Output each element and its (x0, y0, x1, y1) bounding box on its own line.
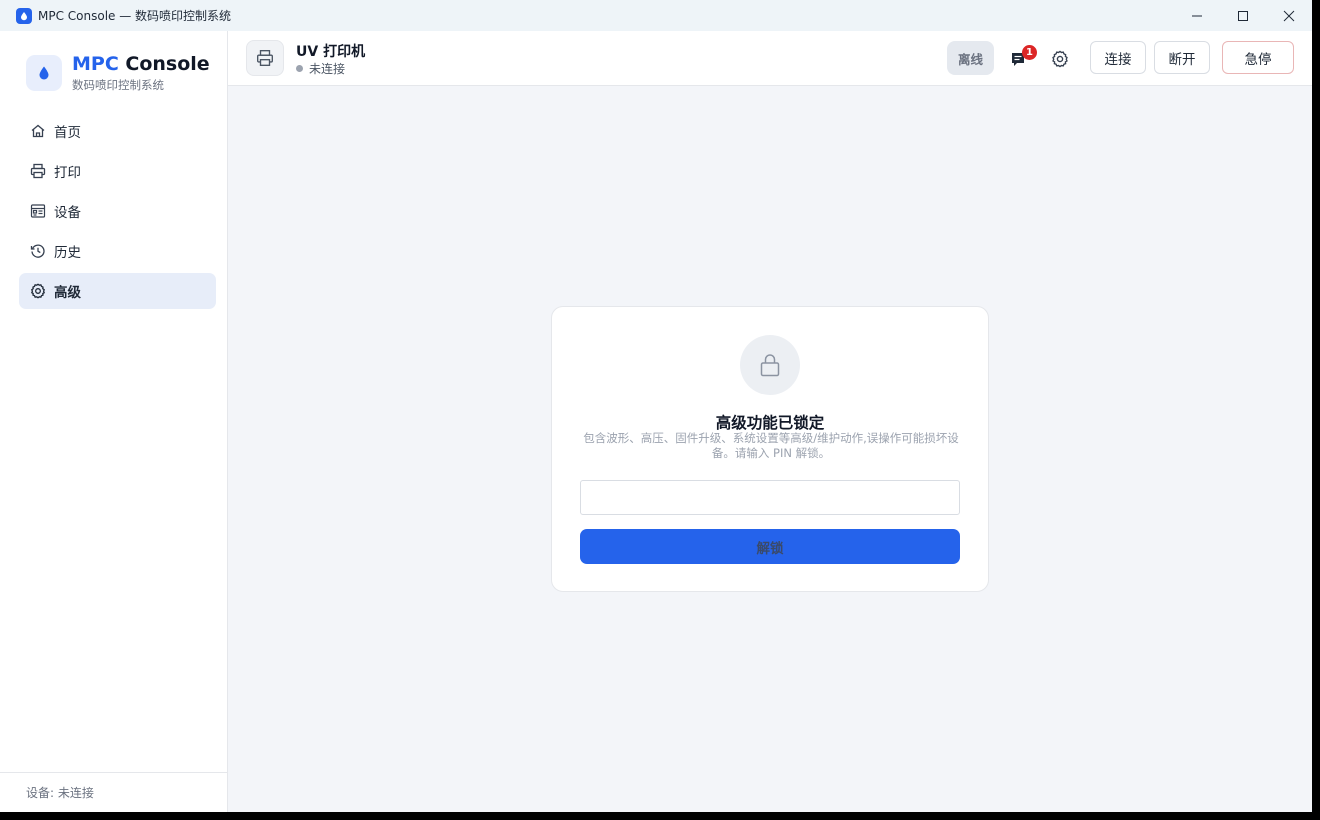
lock-card: 高级功能已锁定 包含波形、高压、固件升级、系统设置等高级/维护动作,误操作可能损… (551, 306, 989, 592)
device-connection-status: 未连接 (296, 60, 345, 77)
sidebar-item-history[interactable]: 历史 (19, 233, 216, 269)
sidebar: MPC Console 数码喷印控制系统 首页 打印 设备 历史 高级 设备: … (0, 31, 228, 812)
disconnect-button[interactable]: 断开 (1154, 41, 1210, 74)
sidebar-item-home[interactable]: 首页 (19, 113, 216, 149)
unlock-button[interactable]: 解锁 (580, 529, 960, 564)
device-name: UV 打印机 (296, 44, 366, 60)
sidebar-item-advanced[interactable]: 高级 (19, 273, 216, 309)
close-button[interactable] (1266, 0, 1312, 31)
maximize-icon (1238, 10, 1248, 21)
window-title: MPC Console — 数码喷印控制系统 (38, 9, 232, 23)
sidebar-item-label: 历史 (54, 245, 81, 261)
sidebar-item-print[interactable]: 打印 (19, 153, 216, 189)
close-icon (1283, 10, 1295, 21)
main-content: 高级功能已锁定 包含波形、高压、固件升级、系统设置等高级/维护动作,误操作可能损… (228, 86, 1312, 812)
app-window: MPC Console — 数码喷印控制系统 MPC Console 数码喷印控… (0, 0, 1312, 812)
sidebar-item-label: 打印 (54, 165, 81, 181)
connect-button[interactable]: 连接 (1090, 41, 1146, 74)
history-icon (29, 242, 47, 260)
pin-input[interactable] (580, 480, 960, 515)
lock-title: 高级功能已锁定 (715, 414, 825, 432)
device-printer-icon (246, 40, 284, 76)
minimize-button[interactable] (1174, 0, 1220, 31)
notifications-button[interactable]: 1 (1010, 45, 1037, 71)
sidebar-item-label: 高级 (54, 285, 81, 301)
sidebar-item-label: 首页 (54, 125, 81, 141)
title-bar: MPC Console — 数码喷印控制系统 (0, 0, 1312, 31)
top-header: UV 打印机 未连接 离线 1 连接 断开 急停 (228, 31, 1312, 86)
device-icon (29, 202, 47, 220)
gear-icon (1052, 50, 1068, 68)
brand-subtitle: 数码喷印控制系统 (72, 78, 164, 92)
minimize-icon (1192, 15, 1202, 16)
lock-icon (740, 335, 800, 395)
brand-drop-icon (26, 55, 62, 91)
status-dot-icon (296, 65, 303, 72)
offline-status-badge: 离线 (947, 41, 994, 75)
app-drop-icon (16, 7, 32, 24)
sidebar-device-status: 设备: 未连接 (0, 772, 227, 812)
emergency-stop-button[interactable]: 急停 (1222, 41, 1294, 74)
settings-button[interactable] (1049, 48, 1071, 70)
lock-description: 包含波形、高压、固件升级、系统设置等高级/维护动作,误操作可能损坏设备。请输入 … (583, 431, 959, 460)
brand-title: MPC Console (72, 53, 210, 75)
sidebar-item-device[interactable]: 设备 (19, 193, 216, 229)
maximize-button[interactable] (1220, 0, 1266, 31)
notification-count-badge: 1 (1022, 45, 1037, 60)
home-icon (29, 122, 47, 140)
sidebar-nav: 首页 打印 设备 历史 高级 (19, 113, 216, 313)
window-controls (1174, 0, 1312, 31)
printer-icon (29, 162, 47, 180)
brand: MPC Console 数码喷印控制系统 (26, 53, 210, 93)
sidebar-item-label: 设备 (54, 205, 81, 221)
gear-icon (29, 282, 47, 300)
